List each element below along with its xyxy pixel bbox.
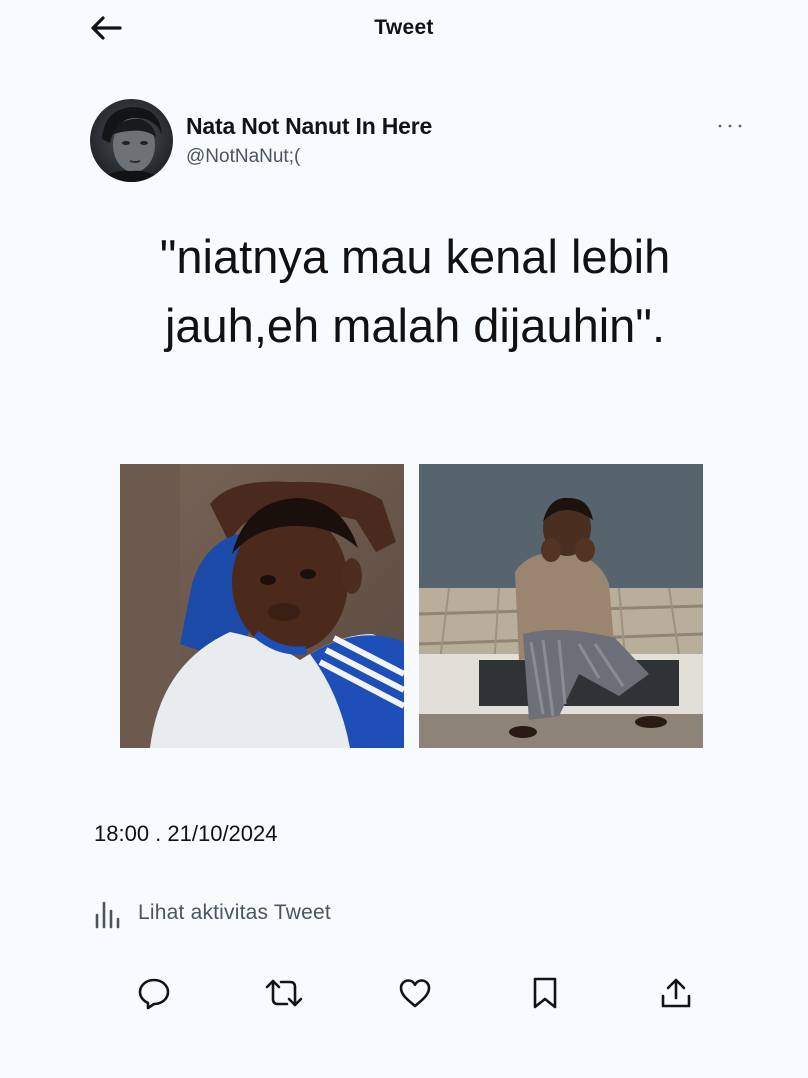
tweet-photo-2[interactable] [419, 464, 703, 748]
app-header: Tweet [0, 0, 808, 58]
page-title: Tweet [374, 16, 434, 39]
more-options-button[interactable] [712, 112, 748, 140]
reply-icon [138, 978, 170, 1010]
retweet-button[interactable] [261, 970, 307, 1016]
avatar[interactable] [90, 99, 173, 182]
bookmark-icon [533, 977, 557, 1009]
retweet-icon [265, 979, 303, 1007]
tweet-timestamp: 18:00 . 21/10/2024 [94, 821, 278, 846]
analytics-icon [95, 901, 120, 929]
view-tweet-activity-label: Lihat aktivitas Tweet [138, 901, 331, 924]
avatar-image [90, 99, 173, 182]
tweet-photo-1[interactable] [120, 464, 404, 748]
tweet-text: "niatnya mau kenal lebih jauh,eh malah d… [159, 230, 671, 353]
like-button[interactable] [392, 970, 438, 1016]
reply-button[interactable] [131, 970, 177, 1016]
share-icon [661, 978, 691, 1008]
more-horizontal-icon [718, 124, 742, 128]
photo-boy-thinking [120, 464, 404, 748]
view-tweet-activity-link[interactable]: Lihat aktivitas Tweet [94, 895, 331, 931]
share-button[interactable] [653, 970, 699, 1016]
author-handle[interactable]: @NotNaNut;( [186, 146, 300, 168]
heart-icon [399, 979, 431, 1008]
bookmark-button[interactable] [522, 970, 568, 1016]
author-display-name[interactable]: Nata Not Nanut In Here [186, 113, 432, 140]
photo-boy-sitting [419, 464, 703, 748]
